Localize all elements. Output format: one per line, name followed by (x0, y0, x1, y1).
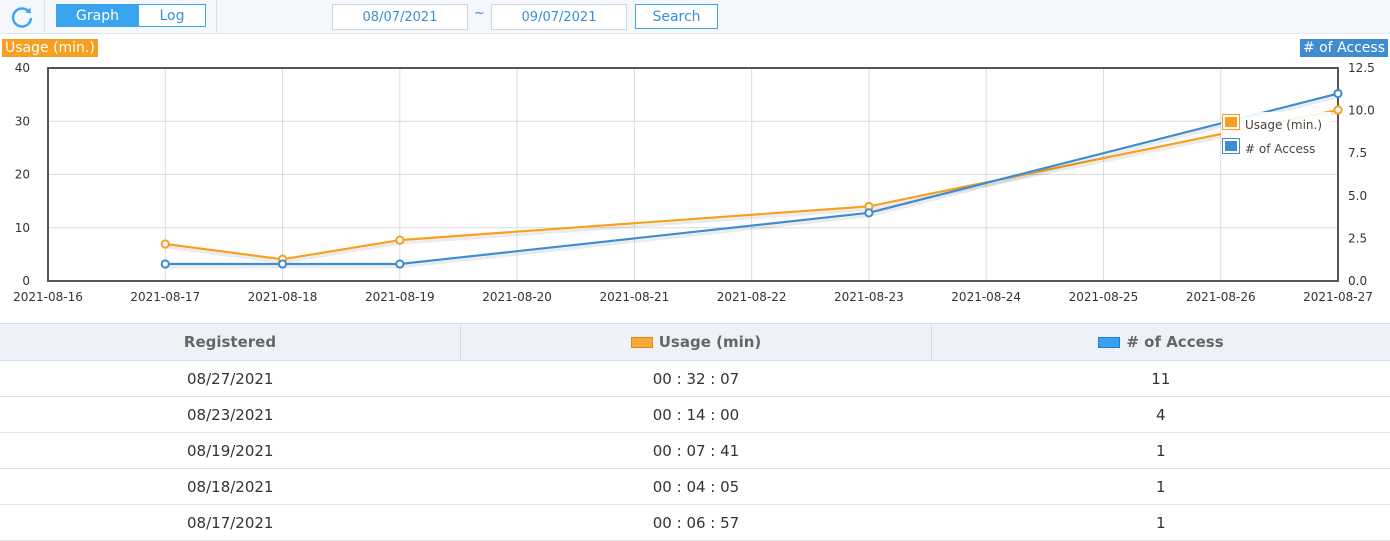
date-from-input[interactable] (332, 4, 468, 30)
cell-date: 08/23/2021 (0, 397, 461, 433)
tab-log[interactable]: Log (138, 4, 206, 27)
y-right-tick-label: 5.0 (1348, 189, 1367, 203)
legend-item-usage[interactable]: Usage (min.) (1221, 112, 1331, 136)
data-point-usage (396, 237, 403, 244)
header-label: # of Access (1126, 333, 1223, 351)
data-point-access (865, 209, 872, 216)
legend-label: Usage (min.) (1245, 118, 1322, 132)
table-row: 08/23/2021 00 : 14 : 00 4 (0, 397, 1390, 433)
x-tick-label: 2021-08-17 (130, 290, 200, 304)
data-point-access (396, 260, 403, 267)
table-row: 08/17/2021 00 : 06 : 57 1 (0, 505, 1390, 541)
data-point-usage (1334, 106, 1341, 113)
x-tick-label: 2021-08-24 (951, 290, 1021, 304)
legend-item-access[interactable]: # of Access (1221, 136, 1331, 160)
header-label: Registered (184, 333, 276, 351)
x-tick-label: 2021-08-21 (599, 290, 669, 304)
x-tick-label: 2021-08-16 (13, 290, 83, 304)
column-header-usage[interactable]: Usage (min) (461, 324, 932, 361)
table-header-row: Registered Usage (min) # of Access (0, 324, 1390, 361)
x-tick-label: 2021-08-25 (1069, 290, 1139, 304)
table-row: 08/18/2021 00 : 04 : 05 1 (0, 469, 1390, 505)
chart-legend: Usage (min.) # of Access (1221, 112, 1331, 164)
y-left-tick-label: 0 (22, 274, 30, 288)
cell-usage: 00 : 07 : 41 (461, 433, 932, 469)
column-header-registered[interactable]: Registered (0, 324, 461, 361)
cell-usage: 00 : 06 : 57 (461, 505, 932, 541)
data-table: Registered Usage (min) # of Access 08/27… (0, 323, 1390, 541)
toolbar: Graph Log ~ Search (0, 0, 1390, 34)
header-label: Usage (min) (659, 333, 762, 351)
y-right-tick-label: 10.0 (1348, 104, 1375, 118)
table-row: 08/19/2021 00 : 07 : 41 1 (0, 433, 1390, 469)
cell-access: 1 (932, 469, 1390, 505)
cell-usage: 00 : 04 : 05 (461, 469, 932, 505)
cell-date: 08/19/2021 (0, 433, 461, 469)
x-tick-label: 2021-08-18 (248, 290, 318, 304)
search-button[interactable]: Search (635, 4, 718, 29)
x-tick-label: 2021-08-20 (482, 290, 552, 304)
y-left-tick-label: 40 (15, 61, 30, 75)
data-point-access (279, 260, 286, 267)
legend-label: # of Access (1245, 142, 1315, 156)
y-right-tick-label: 2.5 (1348, 231, 1367, 245)
cell-access: 1 (932, 505, 1390, 541)
data-point-access (162, 260, 169, 267)
x-tick-label: 2021-08-19 (365, 290, 435, 304)
right-axis-title: # of Access (1300, 39, 1388, 57)
y-right-tick-label: 12.5 (1348, 61, 1375, 75)
refresh-icon[interactable] (8, 4, 36, 30)
date-range-separator: ~ (474, 6, 485, 21)
table-row: 08/27/2021 00 : 32 : 07 11 (0, 361, 1390, 397)
data-point-access (1334, 90, 1341, 97)
column-header-access[interactable]: # of Access (932, 324, 1390, 361)
x-tick-label: 2021-08-22 (717, 290, 787, 304)
cell-date: 08/18/2021 (0, 469, 461, 505)
usage-legend-swatch (1223, 115, 1239, 129)
cell-access: 1 (932, 433, 1390, 469)
y-right-tick-label: 0.0 (1348, 274, 1367, 288)
x-tick-label: 2021-08-23 (834, 290, 904, 304)
left-axis-title: Usage (min.) (2, 39, 98, 57)
usage-color-icon (631, 337, 653, 348)
y-right-tick-label: 7.5 (1348, 146, 1367, 160)
x-tick-label: 2021-08-26 (1186, 290, 1256, 304)
cell-usage: 00 : 14 : 00 (461, 397, 932, 433)
access-legend-swatch (1223, 139, 1239, 153)
toolbar-divider (44, 0, 45, 33)
cell-date: 08/17/2021 (0, 505, 461, 541)
cell-date: 08/27/2021 (0, 361, 461, 397)
usage-chart: Usage (min.) # of Access 2021-08-162021-… (0, 36, 1390, 320)
toolbar-divider (216, 0, 217, 33)
data-point-usage (162, 240, 169, 247)
cell-access: 4 (932, 397, 1390, 433)
date-to-input[interactable] (491, 4, 627, 30)
y-left-tick-label: 10 (15, 221, 30, 235)
cell-access: 11 (932, 361, 1390, 397)
cell-usage: 00 : 32 : 07 (461, 361, 932, 397)
access-color-icon (1098, 337, 1120, 348)
x-tick-label: 2021-08-27 (1303, 290, 1373, 304)
chart-canvas: 2021-08-16 2021-08-17 2021-08-18 2021-08-19… (0, 36, 1390, 320)
y-left-tick-label: 30 (15, 114, 30, 128)
tab-graph[interactable]: Graph (56, 4, 139, 27)
y-left-tick-label: 20 (15, 168, 30, 182)
